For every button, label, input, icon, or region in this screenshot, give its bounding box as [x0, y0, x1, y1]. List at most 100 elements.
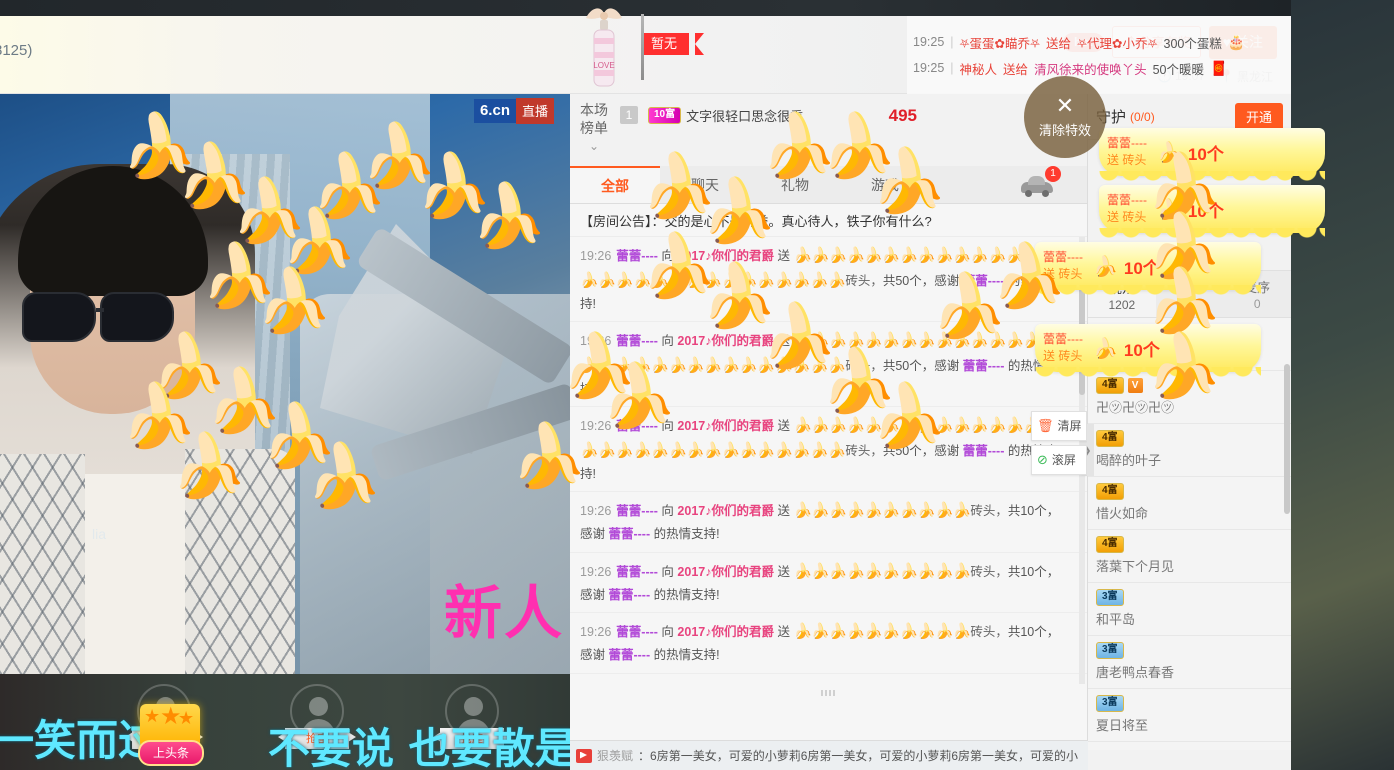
gift-banner-text: 蕾蕾---- 送 砖头 [1107, 136, 1147, 169]
scroll-screen-button[interactable]: ⊘ 滚屏 [1031, 445, 1087, 475]
message-thanks-name[interactable]: 蕾蕾---- [963, 444, 1005, 458]
guard-open-button[interactable]: 开通 [1234, 102, 1283, 131]
message-tail: 的热情支持! [653, 587, 720, 602]
scroll-screen-label: 滚屏 [1051, 453, 1076, 467]
list-item[interactable]: 4富 喝醉的叶子 [1088, 424, 1291, 477]
chat-context-menu: 🗑 清屏 ⊘ 滚屏 [1031, 411, 1087, 479]
clear-effects-button[interactable]: ✕ 清除特效 [1024, 76, 1106, 158]
message-tail: 的热情支持! [653, 527, 720, 542]
message-count: 共50个，感谢 [882, 358, 963, 373]
user-badges: 3富 [1096, 642, 1283, 659]
clear-effects-label: 清除特效 [1038, 123, 1091, 138]
message-receiver[interactable]: 2017♪你们的君爵 [677, 565, 774, 579]
list-item[interactable]: 3富 和平岛 [1088, 583, 1291, 636]
message-thanks-name[interactable]: 蕾蕾---- [963, 274, 1005, 288]
user-level-badge: 3富 [1096, 642, 1124, 659]
gift-notice-sender: ⛧蛋蛋✿瞄乔⛧ [959, 36, 1041, 51]
message-time: 19:26 [580, 249, 612, 263]
gift-notice-target: ⛧代理✿小乔⛧ [1077, 36, 1158, 51]
list-item[interactable]: 4富 落葉下个月见 [1088, 530, 1291, 583]
message-receiver[interactable]: 2017♪你们的君爵 [677, 419, 774, 433]
message-receiver[interactable]: 2017♪你们的君爵 [677, 334, 774, 348]
message-receiver[interactable]: 2017♪你们的君爵 [677, 625, 774, 639]
message-thanks-name[interactable]: 蕾蕾---- [963, 359, 1005, 373]
close-icon: ✕ [1055, 93, 1075, 118]
message-gift-name: 砖头， [970, 504, 1008, 519]
headline-badge[interactable]: ★ ★ ★ 上头条 [138, 703, 212, 770]
chevron-down-icon[interactable]: ⌄ [578, 139, 610, 154]
video-overlay-text: 新人 [443, 579, 564, 647]
message-thanks-name[interactable]: 蕾蕾---- [608, 527, 650, 541]
message-sender[interactable]: 蕾蕾---- [616, 565, 658, 579]
banana-icon: 🍌 [1157, 141, 1182, 164]
clear-screen-button[interactable]: 🗑 清屏 [1031, 411, 1087, 441]
user-name-row: 和平岛 [1096, 609, 1283, 628]
user-badges: 3富 [1096, 695, 1283, 712]
rank-score: 495 [888, 106, 917, 125]
gift-banner: 蕾蕾---- 送 砖头 🍌 10个 [1035, 242, 1261, 297]
list-item[interactable]: 3富 唐老鸭点春香 [1088, 636, 1291, 689]
gift-emoji-run: 🍌🍌🍌🍌🍌🍌🍌🍌🍌🍌 [793, 562, 971, 580]
sidebar-scrollbar-thumb[interactable] [1284, 364, 1290, 514]
gift-banner: 蕾蕾---- 送 砖头 🍌 10个 [1035, 324, 1261, 379]
chat-message-list[interactable]: 19:26 蕾蕾---- 向 2017♪你们的君爵 送 🍌🍌🍌🍌🍌🍌🍌🍌🍌🍌 🍌🍌🍌… [570, 237, 1087, 684]
gift-notice-target: 清风徐来的使唤丫头 [1034, 62, 1147, 77]
viewer-list[interactable]: 10富V216000蕾蕾----4富V卍㋡卍㋡卍㋡4富喝醉的叶子4富惜火如命4富… [1088, 318, 1291, 750]
message-prep: 向 [661, 249, 674, 263]
message-time: 19:26 [580, 564, 612, 579]
message-thanks-name[interactable]: 蕾蕾---- [608, 648, 650, 662]
session-rank-header: 本场 榜单 ⌄ 1 10富 文字很轻口思念很重 495 [570, 94, 1087, 166]
gift-banner-user: 蕾蕾---- [1043, 249, 1083, 264]
resize-grip[interactable] [820, 690, 837, 696]
gift-emoji-run: 🍌🍌🍌🍌🍌🍌🍌🍌🍌🍌 [793, 502, 971, 520]
site-watermark: 6.cn 直播 [473, 98, 554, 124]
message-thanks-name[interactable]: 蕾蕾---- [608, 588, 650, 602]
user-name: 和平岛 [1096, 612, 1136, 627]
message-count: 共50个，感谢 [882, 273, 963, 288]
message-receiver[interactable]: 2017♪你们的君爵 [677, 249, 774, 263]
user-name-row: 喝醉的叶子 [1096, 450, 1283, 469]
gift-banner-action: 送 砖头 [1107, 153, 1147, 168]
message-sender[interactable]: 蕾蕾---- [616, 504, 658, 518]
tab-gift[interactable]: 礼物 [750, 166, 840, 203]
sunglasses-right [100, 292, 174, 342]
cake-icon: 🎂 [1227, 33, 1246, 50]
car-icon[interactable]: 1 [1021, 166, 1061, 197]
gift-notice-verb: 送给 [1046, 36, 1072, 51]
gift-banner-text: 蕾蕾---- 送 砖头 [1107, 193, 1147, 226]
banana-icon: 🍌 [1157, 198, 1182, 221]
message-gift-name: 砖头， [845, 273, 883, 288]
user-name: 卍㋡卍㋡卍㋡ [1096, 400, 1175, 415]
room-announcement: 【房间公告】：交的是心不是利益。真心待人，铁子你有什么? [570, 204, 1087, 237]
gift-notice-time: 19:25 [913, 61, 945, 75]
rank-title-line2: 榜单 [580, 119, 608, 136]
gift-banner-action: 送 砖头 [1043, 349, 1083, 364]
message-sender[interactable]: 蕾蕾---- [616, 419, 658, 433]
speaker-icon [576, 748, 592, 763]
list-item[interactable]: 3富 夏日将至 [1088, 689, 1291, 742]
list-item[interactable]: 4富 惜火如命 [1088, 477, 1291, 530]
headline-badge-label: 上头条 [138, 740, 204, 766]
tab-all[interactable]: 全部 [570, 166, 660, 203]
message-verb: 送 [777, 564, 790, 579]
message-receiver[interactable]: 2017♪你们的君爵 [677, 504, 774, 518]
chat-status-bar: 狠羡赋 ：6房第一美女，可爱的小萝莉6房第一美女，可爱的小萝莉6房第一美女，可爱… [570, 740, 1088, 770]
user-level-badge: 4富 [1096, 536, 1124, 553]
gift-banner-action: 送 砖头 [1043, 267, 1083, 282]
message-gift-name: 砖头， [845, 444, 883, 458]
user-name-row: 卍㋡卍㋡卍㋡ [1096, 397, 1283, 416]
streamer-jacket-left [0, 454, 85, 674]
tab-game[interactable]: 游戏 [840, 166, 930, 203]
status-message-text: ：6房第一美女，可爱的小萝莉6房第一美女，可爱的小萝莉6房第一美女，可爱的小 [638, 749, 1079, 763]
message-sender[interactable]: 蕾蕾---- [616, 625, 658, 639]
message-sender[interactable]: 蕾蕾---- [616, 334, 658, 348]
flag-status-label: 暂无 [644, 33, 690, 55]
rank-top-user[interactable]: 10富 文字很轻口思念很重 [648, 106, 803, 125]
gift-banner-qty: 10个 [1123, 258, 1160, 278]
message-sender[interactable]: 蕾蕾---- [616, 249, 658, 263]
tab-chat[interactable]: 聊天 [660, 166, 750, 203]
clear-screen-label: 清屏 [1057, 419, 1082, 433]
gift-notice-row: 19:25 | ⛧蛋蛋✿瞄乔⛧ 送给 ⛧代理✿小乔⛧ 300个蛋糕 🎂 [913, 33, 1291, 52]
rank-title[interactable]: 本场 榜单 ⌄ [578, 102, 610, 154]
video-player[interactable]: 6.cn 直播 lia 新人 [0, 94, 570, 674]
